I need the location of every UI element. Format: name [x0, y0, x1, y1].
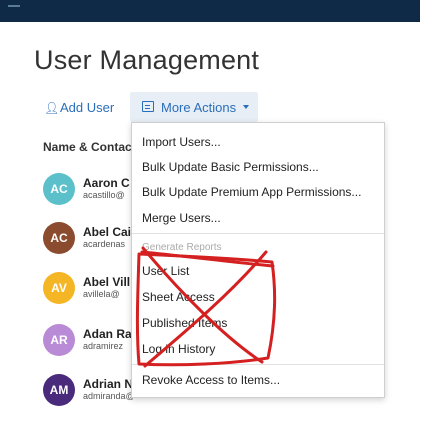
menu-item-published-items[interactable]: Published Items: [142, 316, 227, 330]
menu-item-bulk-update-premium-permissions[interactable]: Bulk Update Premium App Permissions...: [142, 185, 361, 199]
user-email: avillela@: [83, 289, 120, 299]
user-name[interactable]: Adan Ra: [83, 327, 132, 341]
menu-icon[interactable]: [8, 5, 20, 7]
caret-down-icon: [243, 105, 249, 109]
user-row[interactable]: AM Adrian N admiranda@: [43, 374, 133, 408]
add-user-icon: 👤︎: [44, 101, 60, 115]
top-navigation-bar: [0, 0, 420, 22]
menu-item-merge-users[interactable]: Merge Users...: [142, 211, 221, 225]
user-email: admiranda@: [83, 391, 133, 401]
user-email: acardenas: [83, 239, 126, 249]
avatar: AR: [43, 324, 75, 356]
menu-section-generate-reports: Generate Reports: [142, 242, 222, 253]
more-actions-menu: Import Users... Bulk Update Basic Permis…: [131, 122, 385, 398]
more-actions-icon: [142, 101, 154, 112]
menu-divider: [132, 364, 384, 365]
avatar: AV: [43, 272, 75, 304]
user-row[interactable]: AC Aaron C acastillo@: [43, 173, 133, 207]
menu-item-import-users[interactable]: Import Users...: [142, 135, 221, 149]
user-name[interactable]: Abel Cai: [83, 225, 131, 239]
menu-item-user-list[interactable]: User List: [142, 264, 189, 278]
more-actions-label: More Actions: [161, 100, 237, 115]
menu-item-sheet-access[interactable]: Sheet Access: [142, 290, 215, 304]
menu-item-bulk-update-basic-permissions[interactable]: Bulk Update Basic Permissions...: [142, 160, 319, 174]
user-name[interactable]: Adrian N: [83, 377, 133, 391]
avatar: AC: [43, 173, 75, 205]
user-email: adramirez: [83, 341, 124, 351]
more-actions-button[interactable]: More Actions: [130, 92, 258, 122]
menu-item-revoke-access[interactable]: Revoke Access to Items...: [142, 373, 280, 387]
user-email: acastillo@: [83, 190, 125, 200]
user-row[interactable]: AV Abel Vill avillela@: [43, 272, 133, 306]
avatar: AC: [43, 222, 75, 254]
avatar: AM: [43, 374, 75, 406]
user-name[interactable]: Aaron C: [83, 176, 130, 190]
add-user-label: Add User: [60, 100, 115, 115]
page-title: User Management: [34, 45, 260, 75]
menu-divider: [132, 233, 384, 234]
column-header-name-contact[interactable]: Name & Contact: [43, 140, 131, 154]
menu-item-log-in-history[interactable]: Log in History: [142, 342, 215, 356]
user-row[interactable]: AC Abel Cai acardenas: [43, 222, 133, 256]
add-user-button[interactable]: 👤︎Add User: [44, 100, 114, 115]
user-name[interactable]: Abel Vill: [83, 275, 130, 289]
user-row[interactable]: AR Adan Ra adramirez: [43, 324, 133, 358]
